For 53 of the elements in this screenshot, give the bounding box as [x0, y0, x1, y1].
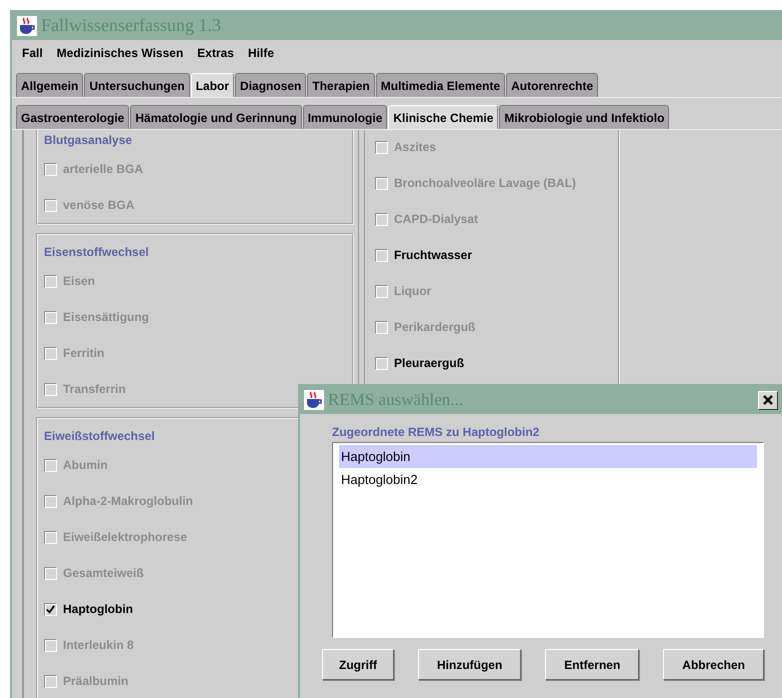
tab[interactable]: Hämatologie und Gerinnung	[130, 105, 302, 129]
group-title: Blutgasanalyse	[44, 132, 134, 149]
checkbox-label: Präalbumin	[63, 674, 128, 688]
checkbox-label: Pleuraerguß	[394, 356, 464, 370]
menu-item[interactable]: Extras	[191, 46, 242, 60]
checkbox-label: Gesamteiweiß	[63, 566, 144, 580]
checkbox-label: Ferritin	[63, 346, 104, 360]
checkbox-label: Bronchoalveoläre Lavage (BAL)	[394, 176, 576, 190]
checkbox-label: arterielle BGA	[63, 162, 144, 176]
tab[interactable]: Gastroenterologie	[16, 105, 130, 129]
checkbox-label: Interleukin 8	[63, 638, 134, 652]
tab[interactable]: Labor	[190, 73, 234, 97]
checkbox-label: Abumin	[63, 458, 108, 472]
menu-item[interactable]: Fall	[16, 46, 51, 60]
checkbox-label: Eiweißelektrophorese	[63, 530, 188, 544]
checkbox[interactable]	[375, 248, 388, 262]
group-title: Eisenstoffwechsel	[44, 244, 150, 261]
menu-item[interactable]: Hilfe	[242, 46, 282, 60]
list-box[interactable]: Haptoglobin Haptoglobin2	[332, 442, 764, 638]
tab[interactable]: Therapien	[307, 73, 375, 97]
list-item[interactable]: Haptoglobin	[339, 445, 757, 468]
checkbox-label: Eisensättigung	[63, 310, 150, 324]
tab[interactable]: Untersuchungen	[84, 73, 190, 97]
tab[interactable]: Immunologie	[302, 105, 388, 129]
checkbox-label: Alpha-2-Makroglobulin	[63, 494, 193, 508]
checkbox-label: Aszites	[394, 140, 436, 154]
checkbox[interactable]	[44, 602, 57, 616]
checkbox-label: Liquor	[394, 284, 432, 298]
dialog-button[interactable]: Entfernen	[545, 649, 640, 680]
checkbox-label: CAPD-Dialysat	[394, 212, 478, 226]
tab[interactable]: Autorenrechte	[506, 73, 598, 97]
checkbox-label: Haptoglobin	[63, 602, 133, 616]
tab[interactable]: Klinische Chemie	[388, 105, 498, 129]
tab[interactable]: Diagnosen	[235, 73, 306, 97]
menu-item[interactable]: Medizinisches Wissen	[50, 46, 192, 60]
close-button[interactable]	[758, 390, 778, 410]
dialog-button[interactable]: Hinzufügen	[418, 649, 522, 680]
checkbox-label: Transferrin	[63, 382, 126, 396]
coffee-cup-icon	[17, 16, 37, 36]
tab[interactable]: Allgemein	[16, 73, 84, 97]
dialog-button[interactable]: Zugriff	[322, 649, 394, 680]
tab[interactable]: Mikrobiologie und Infektiolo	[499, 105, 670, 129]
close-icon	[763, 395, 773, 405]
checkbox[interactable]	[375, 356, 388, 370]
checkbox-label: Perikarderguß	[394, 320, 476, 334]
checkbox-label: venöse BGA	[63, 198, 134, 212]
dialog-button[interactable]: Abbrechen	[663, 649, 764, 680]
list-item[interactable]: Haptoglobin2	[339, 468, 757, 491]
checkbox-label: Fruchtwasser	[394, 248, 472, 262]
tab[interactable]: Multimedia Elemente	[376, 73, 506, 97]
coffee-cup-icon	[304, 390, 324, 410]
checkbox-label: Eisen	[63, 274, 96, 288]
list-label: Zugeordnete REMS zu Haptoglobin2	[332, 424, 540, 441]
